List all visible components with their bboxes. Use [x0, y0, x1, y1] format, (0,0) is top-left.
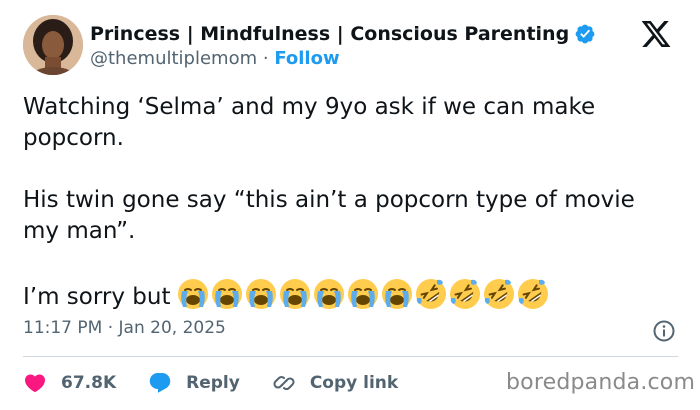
- author-display-name[interactable]: Princess | Mindfulness | Conscious Paren…: [90, 23, 569, 45]
- copy-link-button[interactable]: Copy link: [272, 371, 398, 395]
- reply-label: Reply: [186, 373, 240, 393]
- link-icon: [273, 375, 295, 391]
- loudly-crying-face-emoji-icon: [279, 279, 310, 309]
- info-icon[interactable]: [652, 319, 676, 343]
- divider: [23, 356, 678, 357]
- rolling-on-floor-laughing-emoji-icon: [415, 279, 446, 309]
- loudly-crying-face-emoji-icon: [347, 279, 378, 309]
- reply-button[interactable]: Reply: [148, 371, 240, 395]
- follow-button[interactable]: Follow: [274, 48, 339, 69]
- rolling-on-floor-laughing-emoji-icon: [449, 279, 480, 309]
- avatar[interactable]: [23, 15, 83, 75]
- reply-bubble-icon: [149, 373, 171, 393]
- copy-link-label: Copy link: [309, 373, 399, 393]
- rolling-on-floor-laughing-emoji-icon: [483, 279, 514, 309]
- tweet-timestamp[interactable]: 11:17 PM · Jan 20, 2025: [23, 318, 226, 338]
- tweet-text: Watching ‘Selma’ and my 9yo ask if we ca…: [23, 92, 663, 313]
- loudly-crying-face-emoji-icon: [245, 279, 276, 309]
- author-handle-row: @themultiplemom · Follow: [90, 48, 340, 69]
- like-button[interactable]: 67.8K: [23, 371, 116, 395]
- loudly-crying-face-emoji-icon: [381, 279, 412, 309]
- author-name-row: Princess | Mindfulness | Conscious Paren…: [90, 20, 596, 48]
- author-handle[interactable]: @themultiplemom: [90, 48, 257, 69]
- verified-badge-icon: [575, 24, 595, 44]
- loudly-crying-face-emoji-icon: [211, 279, 242, 309]
- tweet-paragraph: I’m sorry but: [23, 284, 171, 310]
- tweet-paragraph: His twin gone say “this ain’t a popcorn …: [23, 187, 635, 244]
- tweet-paragraph: Watching ‘Selma’ and my 9yo ask if we ca…: [23, 94, 596, 151]
- x-logo-icon[interactable]: [638, 18, 674, 50]
- like-count: 67.8K: [61, 373, 117, 393]
- heart-icon: [24, 374, 46, 393]
- rolling-on-floor-laughing-emoji-icon: [517, 279, 548, 309]
- emoji-row: [177, 278, 549, 310]
- loudly-crying-face-emoji-icon: [177, 279, 208, 309]
- loudly-crying-face-emoji-icon: [313, 279, 344, 309]
- tweet-paragraph-last: I’m sorry but: [23, 278, 663, 313]
- tweet-actions: 67.8K Reply Copy link: [23, 368, 398, 398]
- watermark: boredpanda.com: [506, 370, 696, 395]
- handle-separator: ·: [262, 48, 269, 69]
